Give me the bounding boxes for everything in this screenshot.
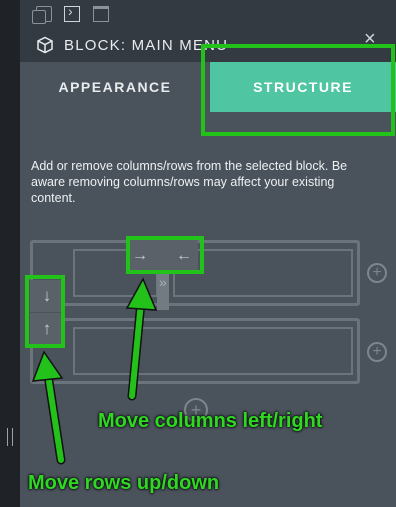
row-block[interactable] (30, 318, 360, 384)
resize-grip-icon[interactable] (7, 428, 13, 446)
annotation-columns-label: Move columns left/right (98, 410, 323, 432)
panel-toggle-icon[interactable] (64, 3, 80, 22)
save-icon[interactable] (93, 6, 109, 22)
structure-description: Add or remove columns/rows from the sele… (31, 159, 348, 205)
cube-icon (37, 36, 53, 54)
annotation-rows-label: Move rows up/down (28, 472, 220, 494)
row-controls-highlight (25, 275, 65, 348)
left-edge-strip (0, 0, 20, 507)
tab-appearance[interactable]: APPEARANCE (20, 62, 210, 112)
copy-icon[interactable] (32, 6, 52, 24)
add-column-button[interactable]: + (367, 342, 387, 362)
move-column-right-small-icon[interactable]: » (159, 274, 167, 290)
add-column-button[interactable]: + (367, 263, 387, 283)
structure-tab-highlight (201, 44, 395, 136)
column-controls-highlight (126, 236, 204, 274)
column-box[interactable] (73, 327, 353, 375)
panel-title-row: BLOCK: MAIN MENU (36, 34, 228, 56)
